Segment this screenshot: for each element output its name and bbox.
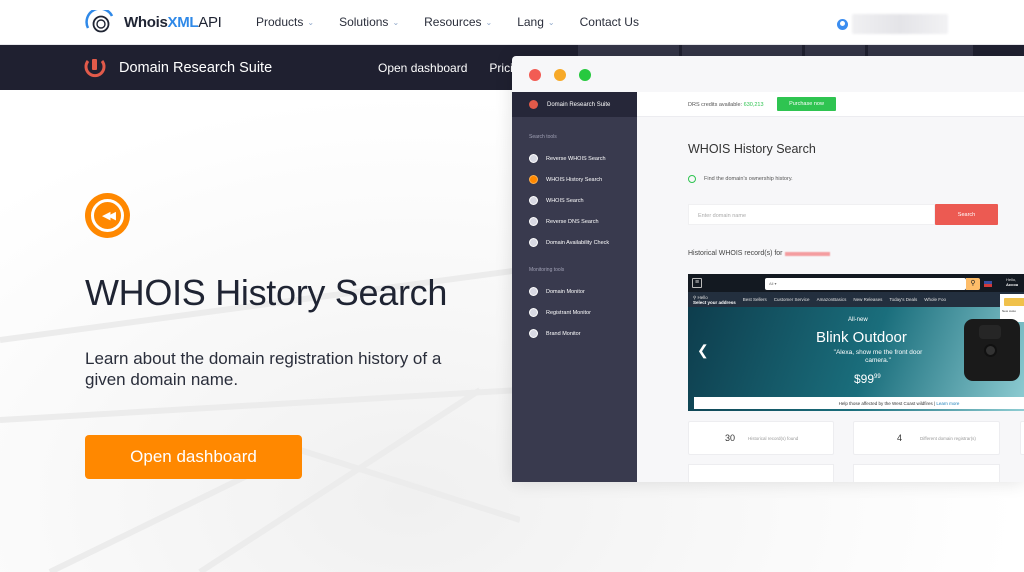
redacted-domain — [784, 251, 830, 256]
nav-products[interactable]: Products ⌄ — [256, 15, 314, 29]
check-circle-icon — [688, 175, 696, 183]
screenshot-nav-item: New Releases — [853, 297, 883, 302]
preview-item-reverse-whois: Reverse WHOIS Search — [529, 148, 637, 169]
drs-logo-icon[interactable] — [84, 56, 106, 78]
preview-topbar: DRS credits available: 630,213 Purchase … — [637, 92, 1024, 117]
search-icon: ⚲ — [966, 278, 980, 290]
nav-lang[interactable]: Lang ⌄ — [517, 15, 554, 29]
chevron-down-icon: ⌄ — [485, 17, 493, 27]
preview-item-registrant-monitor: Registrant Monitor — [529, 302, 637, 323]
stat-card: 30 Historical record(s) found — [688, 421, 834, 455]
domain-monitor-icon — [529, 287, 538, 296]
registrant-monitor-icon — [529, 308, 538, 317]
preview-item-whois-history: WHOIS History Search — [529, 169, 637, 190]
screenshot-account: Hello, Accou — [1006, 277, 1019, 287]
screenshot-nav-item: AmazonBasics — [816, 297, 847, 302]
close-dot — [529, 69, 541, 81]
window-controls — [529, 69, 591, 81]
brand-monitor-icon — [529, 329, 538, 338]
link-open-dashboard[interactable]: Open dashboard — [378, 61, 467, 75]
preview-sidebar: Domain Research Suite Search tools Rever… — [512, 92, 637, 482]
stat-card — [688, 464, 834, 482]
preview-check: Find the domain's ownership history. — [688, 175, 793, 183]
preview-search-button: Search — [935, 204, 998, 225]
preview-title: WHOIS History Search — [688, 142, 816, 156]
stat-card — [853, 464, 1000, 482]
rewind-icon: ◀◀ — [85, 193, 130, 238]
stat-card: 4 Different domain registrar(s) — [853, 421, 1000, 455]
preview-domain-input: Enter domain name — [688, 204, 935, 225]
chevron-left-icon: ❮ — [697, 342, 709, 358]
hero-description: Learn about the domain registration hist… — [85, 349, 442, 389]
logo-icon — [85, 10, 114, 33]
availability-icon — [529, 238, 538, 247]
rewind-icon — [529, 175, 538, 184]
screenshot-popup: New custo — [1000, 294, 1024, 322]
hamburger-icon: ≡ — [692, 278, 702, 288]
whois-icon — [529, 196, 538, 205]
credits-text: DRS credits available: 630,213 — [688, 102, 764, 108]
hero-title: WHOIS History Search — [85, 272, 448, 313]
screenshot-nav-item: Best Sellers — [742, 297, 767, 302]
nav-contact-us[interactable]: Contact Us — [580, 15, 639, 29]
user-name-redacted — [852, 14, 948, 34]
screenshot-banner: Help those affected by the West Coast wi… — [694, 397, 1024, 409]
preview-item-domain-monitor: Domain Monitor — [529, 281, 637, 302]
main-nav: Products ⌄ Solutions ⌄ Resources ⌄ Lang ⌄ Co… — [256, 15, 664, 29]
maximize-dot — [579, 69, 591, 81]
reverse-whois-icon — [529, 154, 538, 163]
user-circle-icon — [837, 18, 848, 30]
dns-icon — [529, 217, 538, 226]
screenshot-quote: "Alexa, show me the front door camera." — [833, 349, 923, 364]
brand-name: WhoisXMLAPI — [124, 13, 222, 31]
preview-main: DRS credits available: 630,213 Purchase … — [637, 92, 1024, 482]
preview-history-label: Historical WHOIS record(s) for — [688, 250, 830, 257]
preview-item-reverse-dns: Reverse DNS Search — [529, 211, 637, 232]
purchase-now-button: Purchase now — [777, 97, 836, 111]
stat-card — [1020, 421, 1024, 455]
chevron-down-icon: ⌄ — [307, 17, 315, 27]
nav-solutions[interactable]: Solutions ⌄ — [339, 15, 399, 29]
nav-resources[interactable]: Resources ⌄ — [424, 15, 492, 29]
minimize-dot — [554, 69, 566, 81]
screenshot-nav-item: Today's Deals — [889, 297, 918, 302]
preview-item-whois-search: WHOIS Search — [529, 190, 637, 211]
preview-item-brand-monitor: Brand Monitor — [529, 323, 637, 344]
flag-icon — [984, 281, 992, 287]
screenshot-product: Blink Outdoor — [816, 329, 907, 346]
screenshot-allnew: All-new — [848, 317, 868, 323]
preview-item-domain-availability: Domain Availability Check — [529, 232, 637, 253]
whoisxmlapi-logo[interactable]: WhoisXMLAPI — [84, 10, 222, 34]
background-network-lines — [0, 267, 520, 572]
user-account[interactable] — [837, 14, 948, 34]
screenshot-price: $9999 — [854, 372, 881, 386]
drs-logo-icon — [529, 100, 538, 109]
preview-sidebar-header: Domain Research Suite — [512, 92, 637, 117]
chevron-down-icon: ⌄ — [392, 17, 400, 27]
top-navbar: WhoisXMLAPI Products ⌄ Solutions ⌄ Resourc… — [0, 0, 1024, 45]
screenshot-nav-item: Whole Foo — [924, 297, 946, 302]
dashboard-preview: Domain Research Suite Search tools Rever… — [512, 56, 1024, 482]
screenshot-search: All ▾ — [765, 278, 966, 290]
camera-image — [964, 319, 1020, 381]
open-dashboard-button[interactable]: Open dashboard — [85, 435, 302, 479]
product-title[interactable]: Domain Research Suite — [119, 60, 272, 76]
website-screenshot: ≡ All ▾ ⚲ Hello, Accou ⚲ Hello Select your… — [688, 274, 1024, 411]
screenshot-nav-item: Customer Service — [773, 297, 810, 302]
screenshot-address: ⚲ Hello Select your address — [693, 294, 736, 305]
chevron-down-icon: ⌄ — [547, 17, 555, 27]
